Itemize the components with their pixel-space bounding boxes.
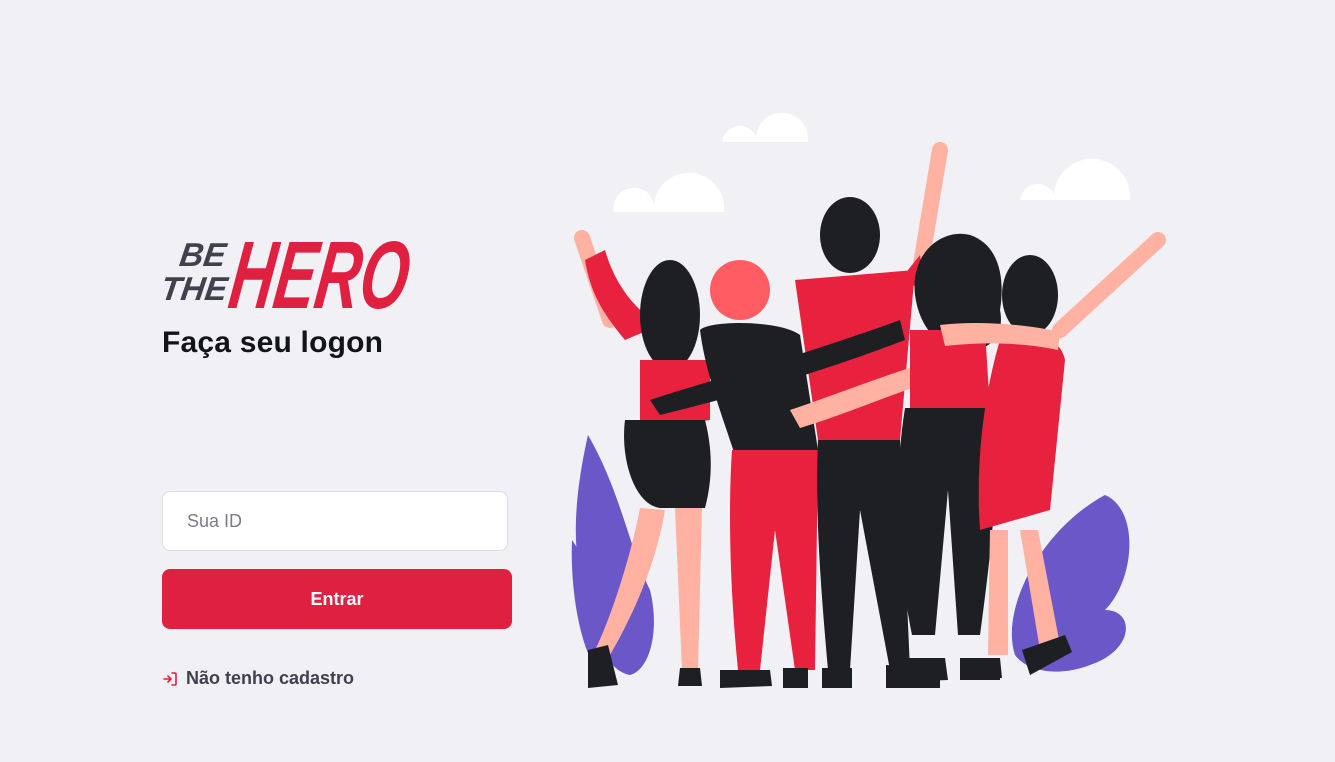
cloud-icon — [613, 112, 1131, 212]
logo-hero: HERO — [224, 222, 416, 324]
page-title: Faça seu logon — [162, 326, 384, 359]
login-button[interactable]: Entrar — [162, 569, 512, 629]
heroes-illustration — [571, 112, 1166, 688]
register-link-label: Não tenho cadastro — [186, 668, 355, 688]
person-2 — [700, 260, 818, 688]
logo-be: BE — [177, 237, 229, 274]
register-link[interactable]: Não tenho cadastro — [162, 668, 354, 689]
logo-the: THE — [160, 271, 231, 308]
log-in-icon — [162, 671, 178, 687]
id-input[interactable] — [162, 491, 508, 551]
be-the-hero-logo: BE THE HERO — [160, 222, 416, 324]
